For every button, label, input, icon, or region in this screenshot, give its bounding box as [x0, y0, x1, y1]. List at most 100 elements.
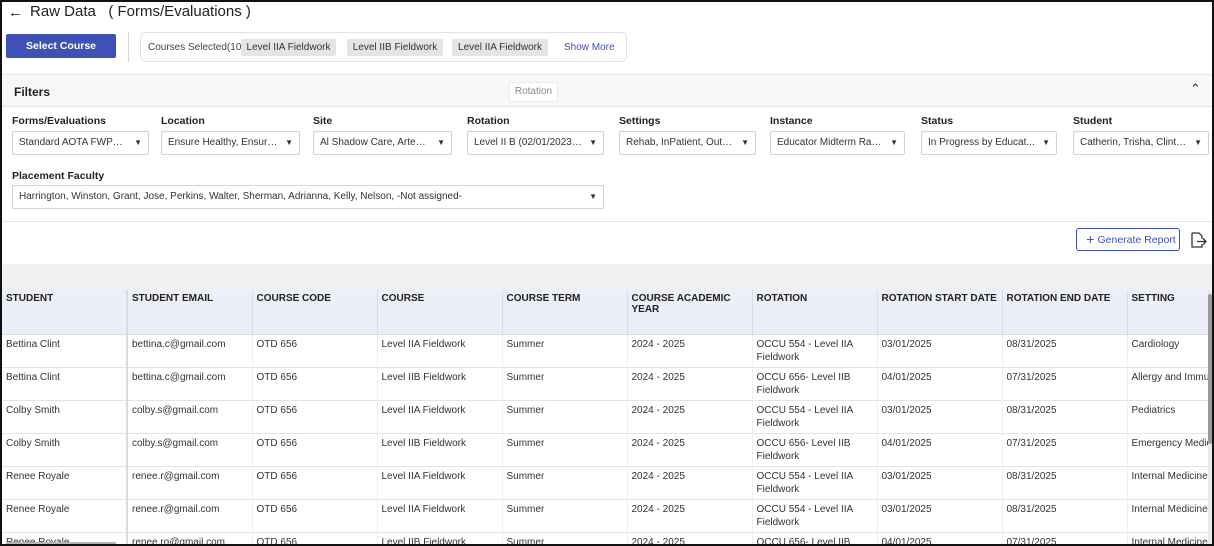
- caret-down-icon: ▼: [1042, 138, 1050, 147]
- status-select[interactable]: In Progress by Educat... ▼: [921, 131, 1057, 155]
- table-row[interactable]: Colby Smith colby.s@gmail.com OTD 656 Level…: [2, 400, 1208, 434]
- cell-student: Renee Royale: [2, 499, 128, 533]
- cell-student: Bettina Clint: [2, 367, 128, 401]
- export-icon[interactable]: [1189, 231, 1207, 249]
- cell-rotation-start-date: 03/01/2025: [877, 499, 1003, 533]
- cell-rotation-end-date: 08/31/2025: [1002, 499, 1128, 533]
- table-row[interactable]: Colby Smith colby.s@gmail.com OTD 656 Level…: [2, 433, 1208, 467]
- column-header-rotation[interactable]: ROTATION: [752, 290, 878, 335]
- cell-rotation-start-date: 03/01/2025: [877, 334, 1003, 368]
- filter-label-placement-faculty: Placement Faculty: [12, 170, 105, 182]
- chevron-up-icon[interactable]: ⌃: [1190, 81, 1201, 97]
- column-header-course-academic-year[interactable]: COURSE ACADEMIC YEAR: [627, 290, 753, 335]
- column-header-student-email[interactable]: STUDENT EMAIL: [127, 290, 253, 335]
- cell-course-term: Summer: [502, 367, 628, 401]
- caret-down-icon: ▼: [741, 138, 749, 147]
- generate-report-button[interactable]: + Generate Report: [1076, 228, 1180, 251]
- courses-selected-label: Courses Selected(10):: [148, 42, 248, 53]
- table-top-spacer: [2, 264, 1212, 290]
- cell-course-academic-year: 2024 - 2025: [627, 367, 753, 401]
- table-header-row: STUDENT STUDENT EMAIL COURSE CODE COURSE…: [2, 290, 1208, 335]
- filter-label-settings: Settings: [619, 115, 661, 127]
- cell-course-academic-year: 2024 - 2025: [627, 466, 753, 500]
- placement-faculty-select[interactable]: Harrington, Winston, Grant, Jose, Perkin…: [12, 185, 604, 209]
- cell-rotation: OCCU 554 - Level IIA Fieldwork: [752, 334, 878, 368]
- cell-rotation-end-date: 07/31/2025: [1002, 433, 1128, 467]
- app-frame: ← Raw Data ( Forms/Evaluations ) Select …: [0, 0, 1214, 546]
- cell-course: Level IIB Fieldwork: [377, 433, 503, 467]
- cell-rotation: OCCU 656- Level IIB Fieldwork: [752, 433, 878, 467]
- cell-student: Bettina Clint: [2, 334, 128, 368]
- site-select[interactable]: Al Shadow Care, Artemi... ▼: [313, 131, 452, 155]
- table-row[interactable]: Renee Royalerenee.ro@gmail.comOTD 656Lev…: [2, 532, 1208, 544]
- filter-label-student: Student: [1073, 115, 1113, 127]
- cell-setting: Internal Medicine: [1127, 532, 1208, 544]
- cell-course: Level IIB Fieldwork: [377, 367, 503, 401]
- filter-label-site: Site: [313, 115, 333, 127]
- column-header-course-term[interactable]: COURSE TERM: [502, 290, 628, 335]
- cell-course-term: Summer: [502, 499, 628, 533]
- cell-rotation: OCCU 656- Level IIB Fieldwork: [752, 367, 878, 401]
- cell-rotation: OCCU 554 - Level IIA Fieldwork: [752, 499, 878, 533]
- horizontal-scrollbar-thumb[interactable]: [6, 542, 116, 544]
- column-header-rotation-end-date[interactable]: ROTATION END DATE: [1002, 290, 1128, 335]
- cell-student-email: renee.ro@gmail.com: [127, 532, 253, 544]
- column-header-setting[interactable]: SETTING: [1127, 290, 1208, 335]
- cell-course-code: OTD 656: [252, 433, 378, 467]
- column-header-course[interactable]: COURSE: [377, 290, 503, 335]
- table-row[interactable]: Bettina Clint bettina.c@gmail.com OTD 656 L…: [2, 334, 1208, 368]
- cell-rotation-start-date: 04/01/2025: [877, 433, 1003, 467]
- table-row[interactable]: Renee Royale renee.r@gmail.com OTD 656 Leve…: [2, 499, 1208, 533]
- student-select[interactable]: Catherin, Trisha, Clint, ... ▼: [1073, 131, 1209, 155]
- filters-header: Filters Rotation ⌃: [2, 74, 1212, 107]
- student-select-value: Catherin, Trisha, Clint, ...: [1080, 137, 1188, 148]
- cell-course-code: OTD 656: [252, 466, 378, 500]
- location-select[interactable]: Ensure Healthy, Ensure... ▼: [161, 131, 300, 155]
- filters-title: Filters: [14, 85, 51, 99]
- cell-rotation-start-date: 03/01/2025: [877, 466, 1003, 500]
- table-row[interactable]: Renee Royale renee.r@gmail.com OTD 656 Leve…: [2, 466, 1208, 500]
- cell-student-email: bettina.c@gmail.com: [127, 334, 253, 368]
- toolbar-divider: [128, 32, 129, 62]
- vertical-scrollbar[interactable]: [1208, 290, 1212, 544]
- caret-down-icon: ▼: [134, 138, 142, 147]
- settings-select[interactable]: Rehab, InPatient, Outp... ▼: [619, 131, 756, 155]
- cell-course-term: Summer: [502, 334, 628, 368]
- caret-down-icon: ▼: [1194, 138, 1202, 147]
- filter-label-status: Status: [921, 115, 954, 127]
- filter-label-location: Location: [161, 115, 205, 127]
- cell-course-academic-year: 2024 - 2025: [627, 334, 753, 368]
- site-select-value: Al Shadow Care, Artemi...: [320, 137, 431, 148]
- show-more-link[interactable]: Show More: [564, 42, 615, 53]
- rotation-select[interactable]: Level II B (02/01/2023 -... ▼: [467, 131, 604, 155]
- course-chip[interactable]: Level IIB Fieldwork: [347, 39, 443, 56]
- cell-course-code: OTD 656: [252, 499, 378, 533]
- cell-student-email: renee.r@gmail.com: [127, 499, 253, 533]
- caret-down-icon: ▼: [285, 138, 293, 147]
- forms-select[interactable]: Standard AOTA FWPE -... ▼: [12, 131, 149, 155]
- column-header-course-code[interactable]: COURSE CODE: [252, 290, 378, 335]
- cell-student-email: colby.s@gmail.com: [127, 433, 253, 467]
- settings-select-value: Rehab, InPatient, Outp...: [626, 137, 735, 148]
- cell-course-code: OTD 656: [252, 400, 378, 434]
- select-course-offerings-button[interactable]: Select Course Offerings: [6, 34, 116, 76]
- cell-course: Level IIA Fieldwork: [377, 466, 503, 500]
- table-row[interactable]: Bettina Clint bettina.c@gmail.com OTD 656 L…: [2, 367, 1208, 401]
- plus-icon: +: [1086, 231, 1095, 247]
- cell-student-email: bettina.c@gmail.com: [127, 367, 253, 401]
- arrow-left-icon[interactable]: ←: [8, 4, 23, 21]
- cell-student: Colby Smith: [2, 400, 128, 434]
- cell-setting: Internal Medicine: [1127, 466, 1208, 500]
- cell-course-academic-year: 2024 - 2025: [627, 499, 753, 533]
- caret-down-icon: ▼: [589, 192, 597, 201]
- column-header-student[interactable]: STUDENT: [2, 290, 128, 335]
- caret-down-icon: ▼: [890, 138, 898, 147]
- cell-setting: Emergency Medici: [1127, 433, 1208, 467]
- instance-select[interactable]: Educator Midterm Rati... ▼: [770, 131, 905, 155]
- column-header-rotation-start-date[interactable]: ROTATION START DATE: [877, 290, 1003, 335]
- cell-rotation: OCCU 554 - Level IIA Fieldwork: [752, 400, 878, 434]
- course-chip[interactable]: Level IIA Fieldwork: [452, 39, 548, 56]
- course-chip[interactable]: Level IIA Fieldwork: [241, 39, 336, 56]
- cell-setting: Allergy and Immur: [1127, 367, 1208, 401]
- vertical-scrollbar-thumb[interactable]: [1208, 294, 1212, 444]
